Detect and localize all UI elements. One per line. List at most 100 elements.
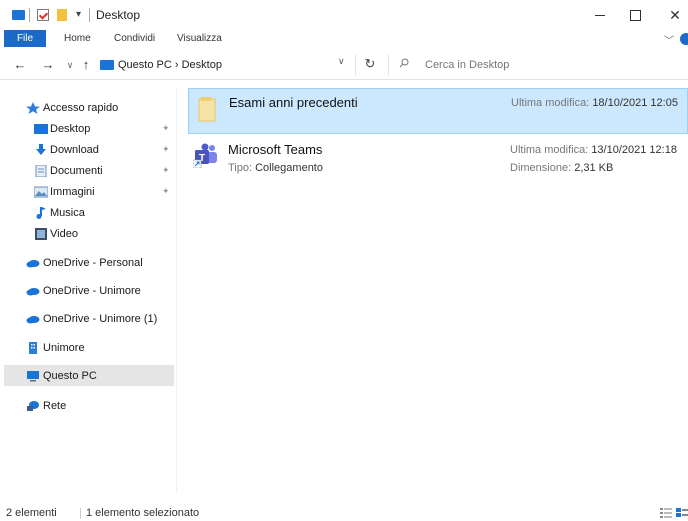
- pin-icon[interactable]: ✦: [162, 144, 170, 155]
- sidebar-item-label: Rete: [43, 399, 67, 412]
- search-input[interactable]: Cerca in Desktop: [388, 54, 688, 76]
- sidebar-item-onedrive-unimore[interactable]: OneDrive - Unimore: [4, 280, 174, 301]
- sidebar-item-label: Video: [50, 227, 78, 240]
- sidebar-item-label: Documenti: [50, 164, 103, 177]
- tab-file[interactable]: File: [4, 30, 46, 47]
- building-icon: [29, 341, 37, 354]
- teams-icon: T: [193, 143, 217, 168]
- search-placeholder: Cerca in Desktop: [425, 59, 510, 71]
- refresh-icon[interactable]: ↻: [360, 56, 380, 72]
- sidebar-item-unimore[interactable]: Unimore: [4, 337, 174, 358]
- pin-icon[interactable]: ✦: [162, 165, 170, 176]
- type-value: Collegamento: [255, 162, 323, 174]
- properties-check-icon[interactable]: [37, 9, 49, 21]
- tiles-view-icon[interactable]: [676, 507, 688, 518]
- sidebar-item-label: OneDrive - Personal: [43, 256, 143, 269]
- sidebar-item-label: Accesso rapido: [43, 101, 119, 114]
- selection-count: 1 elemento selezionato: [86, 507, 200, 519]
- item-count: 2 elementi: [6, 507, 57, 519]
- file-name: Microsoft Teams: [228, 142, 323, 157]
- breadcrumb[interactable]: Questo PC › Desktop: [118, 59, 222, 71]
- sidebar-item-music[interactable]: Musica: [4, 202, 174, 223]
- tab-share[interactable]: Condividi: [114, 30, 155, 47]
- sidebar-item-label: Unimore: [43, 341, 85, 354]
- sidebar-item-this-pc[interactable]: Questo PC: [4, 365, 174, 386]
- window-title: Desktop: [96, 8, 141, 22]
- sidebar-item-quick-access[interactable]: Accesso rapido: [4, 97, 174, 118]
- sidebar-item-label: OneDrive - Unimore: [43, 284, 141, 297]
- address-bar: ← → ∨ ↑ Questo PC › Desktop ∨ ↻ Cerca in…: [0, 50, 688, 80]
- download-icon: [36, 143, 46, 155]
- address-field[interactable]: Questo PC › Desktop: [96, 54, 356, 76]
- minimize-button[interactable]: [580, 0, 620, 30]
- star-icon: [26, 101, 40, 114]
- size-label: Dimensione:: [510, 162, 572, 174]
- modified-value: 18/10/2021 12:05: [592, 97, 678, 109]
- details-view-icon[interactable]: [660, 507, 672, 518]
- pc-icon: [100, 60, 114, 70]
- sidebar-item-label: Immagini: [50, 185, 95, 198]
- file-modified: Ultima modifica: 13/10/2021 12:18: [510, 144, 677, 156]
- sidebar-item-label: OneDrive - Unimore (1): [43, 312, 158, 325]
- up-arrow-icon[interactable]: ↑: [78, 57, 94, 72]
- network-icon: [27, 400, 39, 411]
- divider: [29, 8, 30, 22]
- tab-view[interactable]: Visualizza: [177, 30, 222, 47]
- desktop-folder-icon: [34, 123, 48, 134]
- video-icon: [35, 227, 47, 240]
- file-modified: Ultima modifica: 18/10/2021 12:05: [511, 97, 678, 109]
- address-dropdown-icon[interactable]: ∨: [338, 56, 345, 67]
- sidebar-item-label: Download: [50, 143, 99, 156]
- maximize-button[interactable]: [615, 0, 655, 30]
- list-item[interactable]: T Microsoft Teams Tipo: Collegamento Ult…: [188, 138, 688, 184]
- help-icon[interactable]: [680, 33, 688, 45]
- sidebar-item-label: Desktop: [50, 122, 91, 135]
- sidebar-item-onedrive-unimore-1[interactable]: OneDrive - Unimore (1): [4, 308, 174, 329]
- pc-icon: [12, 10, 25, 20]
- recent-locations-icon[interactable]: ∨: [62, 60, 78, 71]
- pin-icon[interactable]: ✦: [162, 186, 170, 197]
- onedrive-icon: [26, 287, 40, 295]
- ribbon: File Home Condividi Visualizza ﹀: [0, 30, 688, 47]
- list-item[interactable]: Esami anni precedenti Ultima modifica: 1…: [188, 88, 688, 134]
- sidebar-item-onedrive-personal[interactable]: OneDrive - Personal: [4, 252, 174, 273]
- folder-icon: [198, 97, 216, 122]
- title-bar: ▾ Desktop ✕: [0, 0, 688, 30]
- sidebar-item-documents[interactable]: Documenti ✦: [4, 160, 174, 181]
- divider: [89, 8, 90, 22]
- sidebar-item-label: Musica: [50, 206, 85, 219]
- sidebar-item-desktop[interactable]: Desktop ✦: [4, 118, 174, 139]
- quick-access-dropdown-icon[interactable]: ▾: [76, 9, 81, 23]
- modified-label: Ultima modifica:: [511, 97, 590, 109]
- close-button[interactable]: ✕: [655, 0, 688, 30]
- pin-icon[interactable]: ✦: [162, 123, 170, 134]
- music-icon: [36, 206, 46, 219]
- documents-icon: [35, 164, 47, 177]
- file-type: Tipo: Collegamento: [228, 162, 323, 174]
- pictures-icon: [34, 186, 48, 197]
- onedrive-icon: [26, 315, 40, 323]
- file-size: Dimensione: 2,31 KB: [510, 162, 613, 174]
- file-name: Esami anni precedenti: [229, 95, 358, 110]
- sidebar-item-network[interactable]: Rete: [4, 395, 174, 416]
- sidebar-item-download[interactable]: Download ✦: [4, 139, 174, 160]
- search-icon: [399, 58, 409, 68]
- back-arrow-icon[interactable]: ←: [12, 57, 28, 72]
- sidebar-item-video[interactable]: Video: [4, 223, 174, 244]
- divider: [80, 508, 81, 519]
- chevron-down-icon[interactable]: ﹀: [664, 32, 674, 47]
- new-folder-icon[interactable]: [57, 9, 67, 21]
- pane-divider[interactable]: [176, 88, 177, 493]
- type-label: Tipo:: [228, 162, 253, 174]
- onedrive-icon: [26, 259, 40, 267]
- tab-home[interactable]: Home: [64, 30, 91, 47]
- sidebar-item-label: Questo PC: [43, 369, 97, 382]
- pc-icon: [27, 370, 39, 381]
- size-value: 2,31 KB: [574, 162, 614, 174]
- status-bar: 2 elementi 1 elemento selezionato: [0, 505, 688, 521]
- modified-value: 13/10/2021 12:18: [591, 144, 677, 156]
- sidebar-item-pictures[interactable]: Immagini ✦: [4, 181, 174, 202]
- modified-label: Ultima modifica:: [510, 144, 589, 156]
- forward-arrow-icon[interactable]: →: [40, 57, 56, 72]
- navigation-pane: Accesso rapido Desktop ✦ Download ✦ Docu…: [0, 88, 176, 493]
